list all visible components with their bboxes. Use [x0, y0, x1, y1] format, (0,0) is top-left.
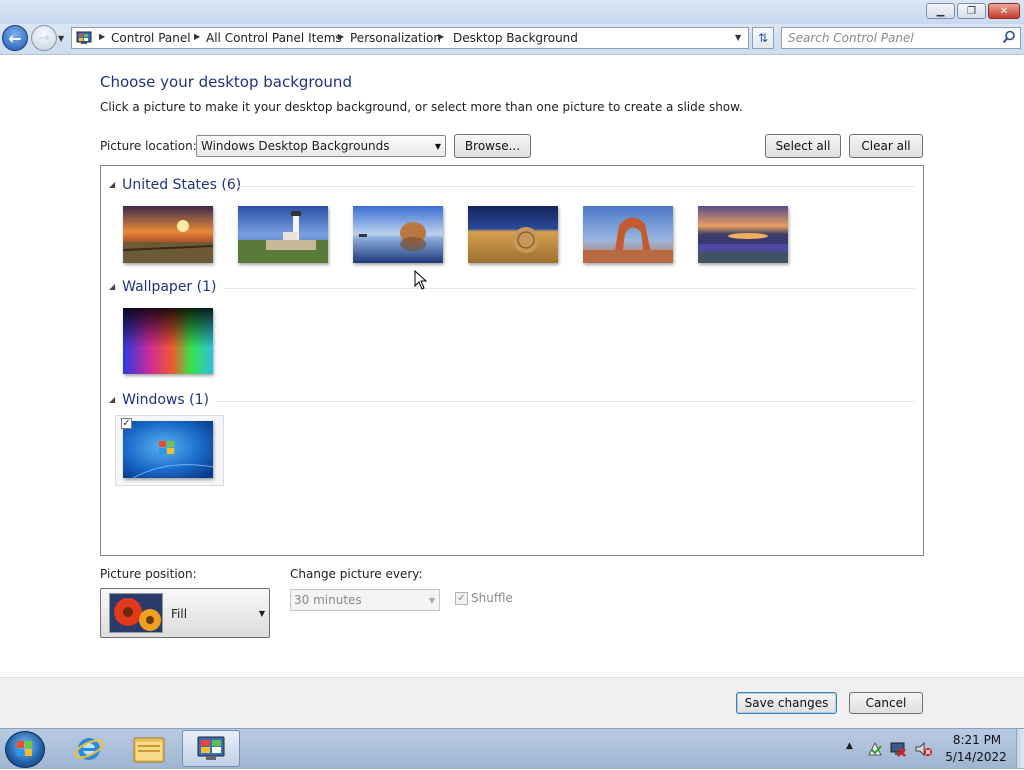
maximize-icon: ❐: [967, 5, 976, 17]
picture-location-dropdown[interactable]: Windows Desktop Backgrounds ▼: [196, 135, 446, 157]
group-header-wallpaper[interactable]: ◢ Wallpaper (1): [109, 279, 216, 295]
picture-position-dropdown[interactable]: Fill ▼: [100, 588, 270, 638]
recent-pages-dropdown[interactable]: ▼: [58, 34, 64, 43]
group-divider: [223, 288, 915, 289]
taskbar-internet-explorer[interactable]: [64, 731, 114, 767]
thumbnail-rock-in-water[interactable]: [353, 206, 443, 263]
picture-location-label: Picture location:: [100, 139, 197, 153]
minimize-button[interactable]: ▁: [926, 3, 955, 19]
chevron-down-icon: ▼: [434, 142, 441, 151]
collapse-triangle-icon[interactable]: ◢: [109, 282, 115, 291]
background-gallery[interactable]: ◢ United States (6) ◢ Wallpaper (1) ◢ Windo…: [100, 165, 924, 556]
thumbnail-rainbow-gradient[interactable]: [123, 308, 213, 374]
window-title-bar: [0, 0, 1024, 24]
collapse-triangle-icon[interactable]: ◢: [109, 395, 115, 404]
thumbnail-checkbox[interactable]: ✓: [121, 418, 132, 429]
breadcrumb-control-panel[interactable]: Control Panel: [111, 31, 191, 45]
change-interval-value: 30 minutes: [294, 593, 362, 607]
breadcrumb-separator-icon[interactable]: ▶: [338, 32, 344, 41]
picture-position-label: Picture position:: [100, 567, 197, 581]
group-header-windows[interactable]: ◢ Windows (1): [109, 392, 209, 408]
breadcrumb-all-items[interactable]: All Control Panel Items: [206, 31, 342, 45]
close-icon: ✕: [999, 5, 1009, 17]
page-title: Choose your desktop background: [100, 73, 352, 91]
breadcrumb-separator-icon[interactable]: ▶: [194, 32, 200, 41]
show-hidden-icons-button[interactable]: ▲: [846, 741, 853, 751]
shuffle-checkbox[interactable]: ✓: [455, 592, 468, 605]
group-label: United States (6): [122, 177, 242, 193]
group-label: Wallpaper (1): [122, 279, 217, 295]
search-box[interactable]: [781, 27, 1021, 49]
clock-date[interactable]: 5/14/2022: [945, 750, 1007, 764]
thumbnail-lighthouse[interactable]: [238, 206, 328, 263]
picture-position-preview-icon: [109, 593, 163, 633]
search-input[interactable]: [788, 31, 988, 45]
picture-position-value: Fill: [171, 607, 188, 621]
group-divider: [215, 401, 915, 402]
minimize-icon: ▁: [936, 5, 945, 17]
change-picture-label: Change picture every:: [290, 567, 423, 581]
maximize-button[interactable]: ❐: [957, 3, 986, 19]
address-history-chevron-down-icon[interactable]: ▼: [735, 33, 741, 42]
group-header-united-states[interactable]: ◢ United States (6): [109, 177, 241, 193]
back-button[interactable]: ←: [2, 25, 28, 51]
thumbnail-hay-bale[interactable]: [468, 206, 558, 263]
network-icon[interactable]: [889, 740, 907, 758]
chevron-down-icon: ▼: [428, 596, 435, 605]
navigation-bar: ← → ▼ ▶ Control Panel ▶ All Control Pane…: [0, 24, 1024, 55]
close-button[interactable]: ✕: [988, 3, 1020, 19]
control-panel-icon: [197, 736, 225, 760]
change-interval-dropdown[interactable]: 30 minutes ▼: [290, 589, 440, 611]
volume-muted-icon[interactable]: [914, 740, 932, 758]
forward-arrow-icon: →: [38, 30, 50, 46]
taskbar-windows-explorer[interactable]: [124, 731, 174, 767]
refresh-icon: ⇅: [757, 31, 769, 45]
thumbnail-stone-arch[interactable]: [583, 206, 673, 263]
control-panel-icon: [76, 31, 92, 44]
breadcrumb-desktop-background[interactable]: Desktop Background: [453, 31, 578, 45]
chevron-down-icon: ▼: [258, 609, 265, 618]
cancel-button[interactable]: Cancel: [849, 692, 923, 714]
page-subtitle: Click a picture to make it your desktop …: [100, 100, 743, 114]
address-bar[interactable]: ▶ Control Panel ▶ All Control Panel Item…: [71, 27, 749, 49]
save-changes-button[interactable]: Save changes: [736, 692, 837, 714]
picture-location-value: Windows Desktop Backgrounds: [201, 139, 390, 153]
breadcrumb-personalization[interactable]: Personalization: [350, 31, 441, 45]
search-icon[interactable]: [1002, 30, 1016, 44]
clock-time[interactable]: 8:21 PM: [952, 733, 1002, 747]
collapse-triangle-icon[interactable]: ◢: [109, 180, 115, 189]
thumbnail-sunset-barn[interactable]: [123, 206, 213, 263]
internet-explorer-icon: [74, 738, 104, 760]
taskbar-control-panel[interactable]: [182, 730, 240, 767]
select-all-button[interactable]: Select all: [765, 134, 841, 158]
group-label: Windows (1): [122, 392, 209, 408]
forward-button[interactable]: →: [31, 25, 57, 51]
breadcrumb-separator-icon: ▶: [99, 32, 106, 41]
show-desktop-button[interactable]: [1016, 729, 1024, 768]
breadcrumb-separator-icon[interactable]: ▶: [438, 32, 444, 41]
back-arrow-icon: ←: [8, 28, 22, 48]
thumbnail-windows-7-logo[interactable]: [123, 421, 213, 478]
shuffle-label: Shuffle: [471, 591, 513, 605]
action-center-icon[interactable]: [866, 740, 884, 758]
start-button[interactable]: [5, 731, 45, 768]
group-divider: [236, 186, 915, 187]
windows-explorer-icon: [133, 737, 165, 763]
mouse-cursor-icon: [414, 270, 428, 290]
refresh-button[interactable]: ⇅: [752, 27, 774, 49]
clear-all-button[interactable]: Clear all: [849, 134, 923, 158]
thumbnail-lupine-lake[interactable]: [698, 206, 788, 263]
windows-logo-icon: [17, 741, 32, 756]
browse-button[interactable]: Browse...: [454, 134, 531, 158]
